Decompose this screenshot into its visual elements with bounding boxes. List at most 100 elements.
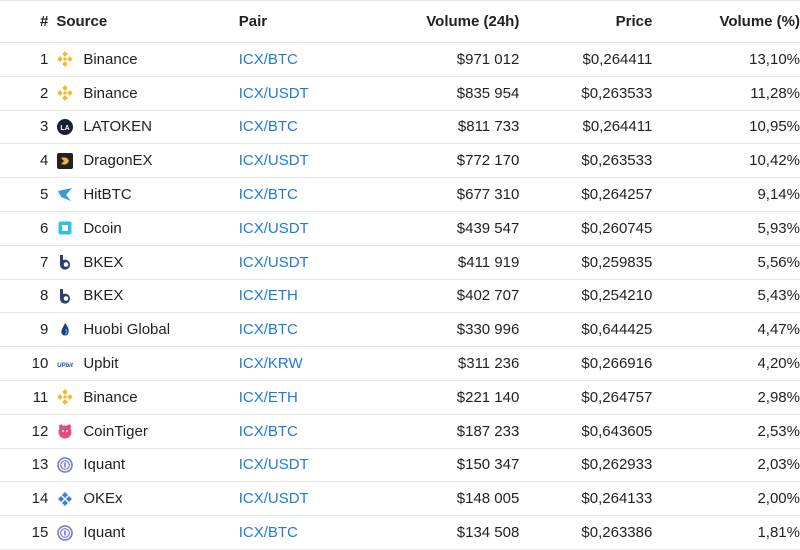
table-row[interactable]: 1 Binance ICX/BTC $971 012 $0,264411 13,10%	[0, 43, 800, 77]
source-cell[interactable]: DragonEX	[52, 144, 238, 178]
rank-cell: 5	[40, 186, 49, 204]
table-row[interactable]: 13 Iquant ICX/USDT $150 347 $0,262933 2,03%	[0, 448, 800, 482]
pair-link[interactable]: ICX/USDT	[239, 490, 309, 507]
pair-link[interactable]: ICX/BTC	[239, 524, 298, 541]
pair-cell: ICX/BTC	[239, 516, 375, 550]
hitbtc-icon	[57, 187, 73, 203]
source-name[interactable]: Huobi Global	[83, 321, 170, 338]
source-cell[interactable]: Binance	[52, 380, 238, 414]
volume-cell: $439 547	[456, 219, 520, 237]
volume-pct-cell: 5,93%	[757, 219, 800, 237]
pair-link[interactable]: ICX/ETH	[239, 389, 298, 406]
pair-link[interactable]: ICX/BTC	[239, 186, 298, 203]
price-cell: $0,264411	[582, 50, 653, 68]
source-name[interactable]: Iquant	[83, 524, 125, 541]
table-row[interactable]: 10 UPbit Upbit ICX/KRW $311 236 $0,266916 4,20…	[0, 347, 800, 381]
svg-text:LA: LA	[61, 125, 70, 132]
pair-link[interactable]: ICX/BTC	[239, 51, 298, 68]
table-row[interactable]: 3 LA LATOKEN ICX/BTC $811 733 $0,264411 10,95%	[0, 110, 800, 144]
dcoin-icon	[57, 220, 73, 236]
source-cell[interactable]: Binance	[52, 43, 238, 77]
volume-cell: $150 347	[456, 456, 520, 474]
bkex-icon	[57, 288, 73, 304]
table-row[interactable]: 9 Huobi Global ICX/BTC $330 996 $0,644425 4,4…	[0, 313, 800, 347]
pair-link[interactable]: ICX/USDT	[239, 85, 309, 102]
table-row[interactable]: 11 Binance ICX/ETH $221 140 $0,264757 2,98%	[0, 380, 800, 415]
pair-cell: ICX/USDT	[239, 211, 375, 245]
source-name[interactable]: Binance	[83, 85, 137, 102]
huobi-icon	[57, 322, 73, 338]
source-name[interactable]: CoinTiger	[83, 423, 147, 440]
source-cell[interactable]: UPbit Upbit	[52, 347, 238, 381]
upbit-icon: UPbit	[57, 356, 74, 372]
rank-cell: 2	[40, 84, 49, 102]
binance-icon	[57, 85, 74, 102]
binance-icon	[57, 51, 74, 68]
source-cell[interactable]: BKEX	[52, 279, 238, 313]
source-name[interactable]: Binance	[83, 51, 137, 68]
header-volume-pct[interactable]: Volume (%)	[652, 1, 800, 43]
source-name[interactable]: HitBTC	[83, 186, 131, 203]
source-cell[interactable]: LA LATOKEN	[52, 110, 238, 144]
source-name[interactable]: LATOKEN	[83, 118, 152, 135]
volume-pct-cell: 1,81%	[757, 524, 800, 542]
source-cell[interactable]: OKEx	[52, 482, 238, 516]
pair-cell: ICX/USDT	[239, 76, 375, 110]
source-cell[interactable]: Huobi Global	[52, 313, 238, 347]
table-row[interactable]: 6 Dcoin ICX/USDT $439 547 $0,260745 5,93%	[0, 211, 800, 246]
source-cell[interactable]: HitBTC	[52, 178, 238, 212]
pair-link[interactable]: ICX/USDT	[239, 220, 309, 237]
table-row[interactable]: 5 HitBTC ICX/BTC $677 310 $0,264257 9,14%	[0, 178, 800, 212]
markets-table: # Source Pair Volume (24h) Price Volume …	[0, 0, 800, 550]
pair-cell: ICX/BTC	[239, 414, 375, 448]
source-cell[interactable]: Iquant	[52, 448, 238, 482]
source-name[interactable]: Upbit	[83, 355, 118, 372]
source-cell[interactable]: Binance	[52, 76, 238, 110]
rank-cell: 9	[40, 321, 49, 339]
source-name[interactable]: DragonEX	[83, 152, 152, 169]
source-cell[interactable]: BKEX	[52, 245, 238, 279]
header-source[interactable]: Source	[52, 1, 238, 43]
source-cell[interactable]: Dcoin	[52, 211, 238, 245]
source-name[interactable]: Dcoin	[83, 220, 121, 237]
header-pair[interactable]: Pair	[239, 1, 375, 43]
pair-link[interactable]: ICX/USDT	[239, 152, 309, 169]
table-row[interactable]: 12 CoinTiger ICX/BTC $187 233 $0,643605 2,53%	[0, 414, 800, 449]
table-row[interactable]: 4 DragonEX ICX/USDT $772 170 $0,263533 10,42%	[0, 144, 800, 178]
source-name[interactable]: OKEx	[83, 490, 122, 507]
source-cell[interactable]: Iquant	[52, 516, 238, 550]
source-name[interactable]: Binance	[83, 389, 137, 406]
source-cell[interactable]: CoinTiger	[52, 414, 238, 448]
table-row[interactable]: 14 OKEx ICX/USDT $148 005 $0,264133 2,00%	[0, 482, 800, 516]
table-row[interactable]: 15 Iquant ICX/BTC $134 508 $0,263386 1,81%	[0, 516, 800, 550]
volume-pct-cell: 10,95%	[749, 118, 800, 136]
source-name[interactable]: Iquant	[83, 456, 125, 473]
table-row[interactable]: 7 BKEX ICX/USDT $411 919 $0,259835 5,56%	[0, 245, 800, 280]
volume-cell: $330 996	[456, 321, 520, 339]
rank-cell: 13	[31, 456, 49, 474]
pair-link[interactable]: ICX/BTC	[239, 321, 298, 338]
price-cell: $0,262933	[581, 456, 653, 474]
table-row[interactable]: 8 BKEX ICX/ETH $402 707 $0,254210 5,43%	[0, 279, 800, 313]
pair-cell: ICX/ETH	[239, 380, 375, 414]
volume-cell: $221 140	[456, 388, 520, 406]
pair-link[interactable]: ICX/ETH	[239, 287, 298, 304]
pair-link[interactable]: ICX/USDT	[239, 254, 309, 271]
header-price[interactable]: Price	[519, 1, 653, 43]
table-body: 1 Binance ICX/BTC $971 012 $0,264411 13,10% 2 B…	[0, 43, 800, 550]
header-rank[interactable]: #	[0, 1, 52, 43]
pair-link[interactable]: ICX/KRW	[239, 355, 303, 372]
source-name[interactable]: BKEX	[83, 254, 123, 271]
pair-link[interactable]: ICX/BTC	[239, 423, 298, 440]
table-row[interactable]: 2 Binance ICX/USDT $835 954 $0,263533 11,28%	[0, 76, 800, 111]
volume-cell: $772 170	[456, 152, 520, 170]
source-name[interactable]: BKEX	[83, 287, 123, 304]
price-cell: $0,266916	[581, 355, 653, 373]
header-volume[interactable]: Volume (24h)	[375, 1, 519, 43]
volume-cell: $311 236	[457, 355, 520, 373]
price-cell: $0,263386	[581, 524, 653, 542]
pair-link[interactable]: ICX/USDT	[239, 456, 309, 473]
volume-pct-cell: 10,42%	[749, 152, 800, 170]
price-cell: $0,644425	[581, 321, 653, 339]
pair-link[interactable]: ICX/BTC	[239, 118, 298, 135]
